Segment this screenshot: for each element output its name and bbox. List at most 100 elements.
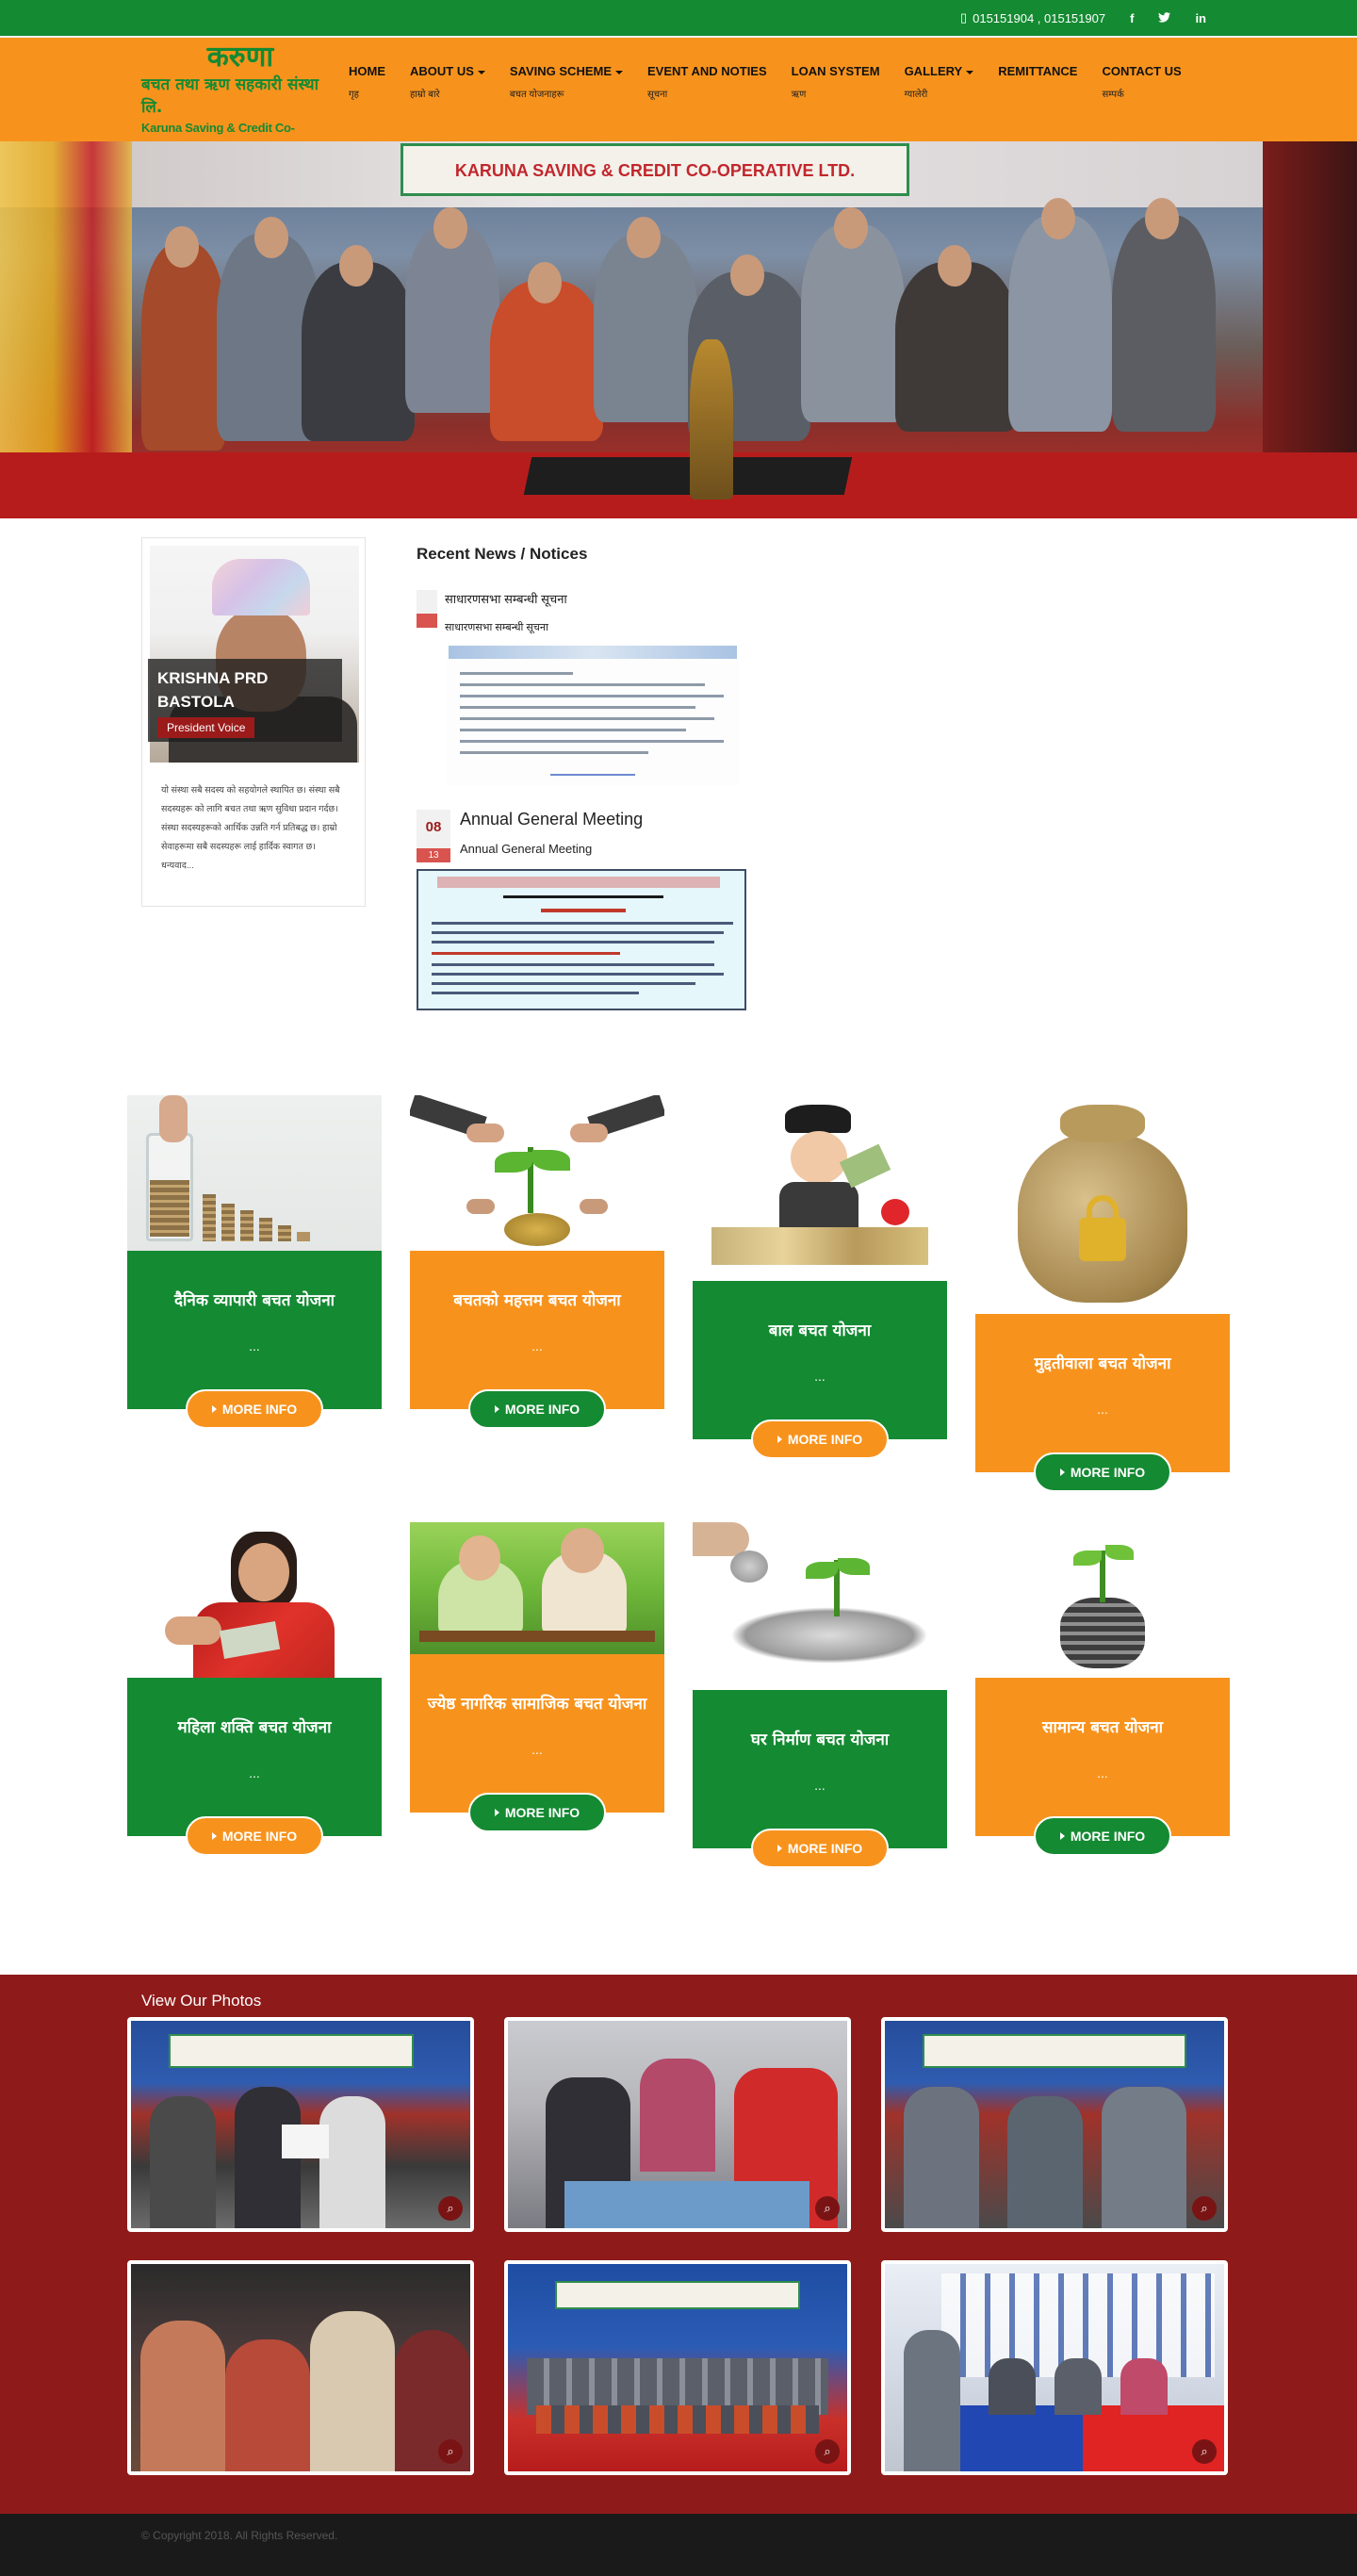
news-date-month: 13 bbox=[417, 848, 450, 862]
more-info-button[interactable]: MORE INFO bbox=[186, 1816, 323, 1856]
twitter-icon[interactable] bbox=[1158, 11, 1171, 25]
more-info-button[interactable]: MORE INFO bbox=[1034, 1816, 1171, 1856]
news-date-badge: 08 13 bbox=[417, 810, 450, 862]
more-info-button[interactable]: MORE INFO bbox=[1034, 1452, 1171, 1492]
banner-table bbox=[523, 457, 853, 495]
more-info-button[interactable]: MORE INFO bbox=[186, 1389, 323, 1429]
news-date-badge bbox=[417, 590, 437, 628]
scheme-card[interactable]: दैनिक व्यापारी बचत योजना ... MORE INFO bbox=[127, 1095, 382, 1429]
more-info-button[interactable]: MORE INFO bbox=[751, 1419, 889, 1459]
nav-gallery[interactable]: GALLERY ग्यालेरी bbox=[905, 64, 986, 100]
president-voice-badge[interactable]: President Voice bbox=[157, 717, 255, 738]
scheme-title: महिला शक्ति बचत योजना bbox=[177, 1718, 332, 1737]
more-info-label: MORE INFO bbox=[1070, 1465, 1146, 1480]
scheme-image bbox=[975, 1522, 1230, 1678]
more-info-button[interactable]: MORE INFO bbox=[751, 1829, 889, 1868]
scheme-image bbox=[975, 1095, 1230, 1314]
nav-loan-system[interactable]: LOAN SYSTEM ऋण bbox=[792, 64, 891, 100]
gallery-photo[interactable]: ⌕ bbox=[127, 2017, 474, 2232]
logo-subtitle-nepali: बचत तथा ऋण सहकारी संस्था लि. bbox=[141, 75, 319, 117]
scheme-body: ज्येष्ठ नागरिक सामाजिक बचत योजना ... bbox=[410, 1654, 664, 1813]
scheme-card[interactable]: ज्येष्ठ नागरिक सामाजिक बचत योजना ... MOR… bbox=[410, 1522, 664, 1832]
more-info-label: MORE INFO bbox=[787, 1432, 863, 1447]
phone-info: ▯ 015151904 , 015151907 bbox=[960, 10, 1105, 25]
scheme-body: सामान्य बचत योजना ... bbox=[975, 1678, 1230, 1836]
nav-sublabel: बचत योजनाहरू bbox=[509, 90, 564, 100]
scheme-body: मुद्दतीवाला बचत योजना ... bbox=[975, 1314, 1230, 1472]
more-info-button[interactable]: MORE INFO bbox=[468, 1389, 606, 1429]
zoom-icon[interactable]: ⌕ bbox=[1192, 2196, 1217, 2221]
phone-icon: ▯ bbox=[959, 10, 968, 25]
news-title[interactable]: साधारणसभा सम्बन्धी सूचना bbox=[445, 590, 982, 609]
scheme-title: बचतको महत्तम बचत योजना bbox=[453, 1291, 621, 1310]
caret-down-icon bbox=[615, 70, 623, 74]
news-document-image[interactable] bbox=[447, 644, 739, 785]
nav-sublabel: सम्पर्क bbox=[1102, 90, 1124, 100]
scheme-card[interactable]: मुद्दतीवाला बचत योजना ... MORE INFO bbox=[975, 1095, 1230, 1492]
linkedin-icon[interactable]: in bbox=[1195, 11, 1206, 25]
nav-home[interactable]: HOME गृह bbox=[349, 64, 397, 100]
president-name: KRISHNA PRD BASTOLA bbox=[157, 669, 269, 711]
zoom-icon[interactable]: ⌕ bbox=[1192, 2439, 1217, 2464]
zoom-icon[interactable]: ⌕ bbox=[438, 2196, 463, 2221]
scheme-excerpt: ... bbox=[814, 1778, 826, 1793]
zoom-icon[interactable]: ⌕ bbox=[815, 2196, 840, 2221]
more-info-button[interactable]: MORE INFO bbox=[468, 1793, 606, 1832]
gallery-heading: View Our Photos bbox=[141, 1992, 262, 2010]
gallery-photo[interactable]: ⌕ bbox=[881, 2260, 1228, 2475]
scheme-card[interactable]: घर निर्माण बचत योजना ... MORE INFO bbox=[693, 1522, 947, 1868]
nav-sublabel: ग्यालेरी bbox=[904, 90, 928, 100]
gallery-photo[interactable]: ⌕ bbox=[127, 2260, 474, 2475]
caret-right-icon bbox=[494, 1405, 499, 1413]
gallery-photo[interactable]: ⌕ bbox=[504, 2260, 851, 2475]
logo-title-nepali: करुणा bbox=[206, 41, 274, 74]
president-nameplate: KRISHNA PRD BASTOLA President Voice bbox=[148, 659, 342, 742]
scheme-card[interactable]: बचतको महत्तम बचत योजना ... MORE INFO bbox=[410, 1095, 664, 1429]
zoom-icon[interactable]: ⌕ bbox=[815, 2439, 840, 2464]
news-item[interactable]: 08 13 Annual General Meeting Annual Gene… bbox=[417, 810, 982, 1010]
caret-right-icon bbox=[211, 1832, 217, 1840]
scheme-title: मुद्दतीवाला बचत योजना bbox=[1034, 1354, 1171, 1373]
banner-lamp bbox=[690, 339, 733, 500]
site-logo[interactable]: करुणा बचत तथा ऋण सहकारी संस्था लि. Karun… bbox=[141, 41, 339, 155]
scheme-image bbox=[410, 1522, 664, 1654]
news-subtitle: साधारणसभा सम्बन्धी सूचना bbox=[445, 622, 548, 633]
scheme-excerpt: ... bbox=[531, 1338, 543, 1354]
nav-event-notice[interactable]: EVENT AND NOTIES सूचना bbox=[647, 64, 778, 100]
more-info-label: MORE INFO bbox=[221, 1402, 298, 1417]
phone-numbers: 015151904 , 015151907 bbox=[973, 10, 1106, 25]
news-item[interactable]: साधारणसभा सम्बन्धी सूचना साधारणसभा सम्बन… bbox=[417, 590, 982, 785]
nav-sublabel: सूचना bbox=[647, 90, 668, 100]
nav-remittance[interactable]: REMITTANCE bbox=[998, 64, 1088, 100]
scheme-image bbox=[127, 1095, 382, 1251]
scheme-body: बचतको महत्तम बचत योजना ... bbox=[410, 1251, 664, 1409]
nav-sublabel: गृह bbox=[349, 90, 359, 100]
news-document-image[interactable] bbox=[417, 869, 746, 1010]
scheme-title: बाल बचत योजना bbox=[768, 1321, 872, 1340]
scheme-body: घर निर्माण बचत योजना ... bbox=[693, 1690, 947, 1848]
scheme-card[interactable]: बाल बचत योजना ... MORE INFO bbox=[693, 1095, 947, 1459]
nav-label: REMITTANCE bbox=[998, 64, 1078, 78]
nav-saving-scheme[interactable]: SAVING SCHEME बचत योजनाहरू bbox=[510, 64, 634, 100]
nav-about-us[interactable]: ABOUT US हाम्रो बारे bbox=[410, 64, 497, 100]
nav-label: GALLERY bbox=[904, 64, 963, 78]
caret-down-icon bbox=[477, 70, 485, 74]
news-heading: Recent News / Notices bbox=[417, 545, 588, 563]
scheme-excerpt: ... bbox=[249, 1765, 260, 1780]
nav-label: SAVING SCHEME bbox=[509, 64, 612, 78]
gallery-photo[interactable]: ⌕ bbox=[881, 2017, 1228, 2232]
scheme-card[interactable]: महिला शक्ति बचत योजना ... MORE INFO bbox=[127, 1522, 382, 1856]
gallery-photo[interactable]: ⌕ bbox=[504, 2017, 851, 2232]
facebook-icon[interactable]: f bbox=[1130, 11, 1134, 25]
caret-right-icon bbox=[1059, 1468, 1065, 1476]
recent-news: Recent News / Notices साधारणसभा सम्बन्धी… bbox=[417, 545, 982, 1010]
scheme-image bbox=[127, 1522, 382, 1678]
news-title[interactable]: Annual General Meeting bbox=[460, 810, 982, 829]
scheme-card[interactable]: सामान्य बचत योजना ... MORE INFO bbox=[975, 1522, 1230, 1856]
scheme-excerpt: ... bbox=[249, 1338, 260, 1354]
nav-label: HOME bbox=[349, 64, 385, 78]
zoom-icon[interactable]: ⌕ bbox=[438, 2439, 463, 2464]
nav-label: CONTACT US bbox=[1102, 64, 1182, 78]
nav-contact-us[interactable]: CONTACT US सम्पर्क bbox=[1102, 64, 1192, 100]
caret-down-icon bbox=[966, 70, 974, 74]
